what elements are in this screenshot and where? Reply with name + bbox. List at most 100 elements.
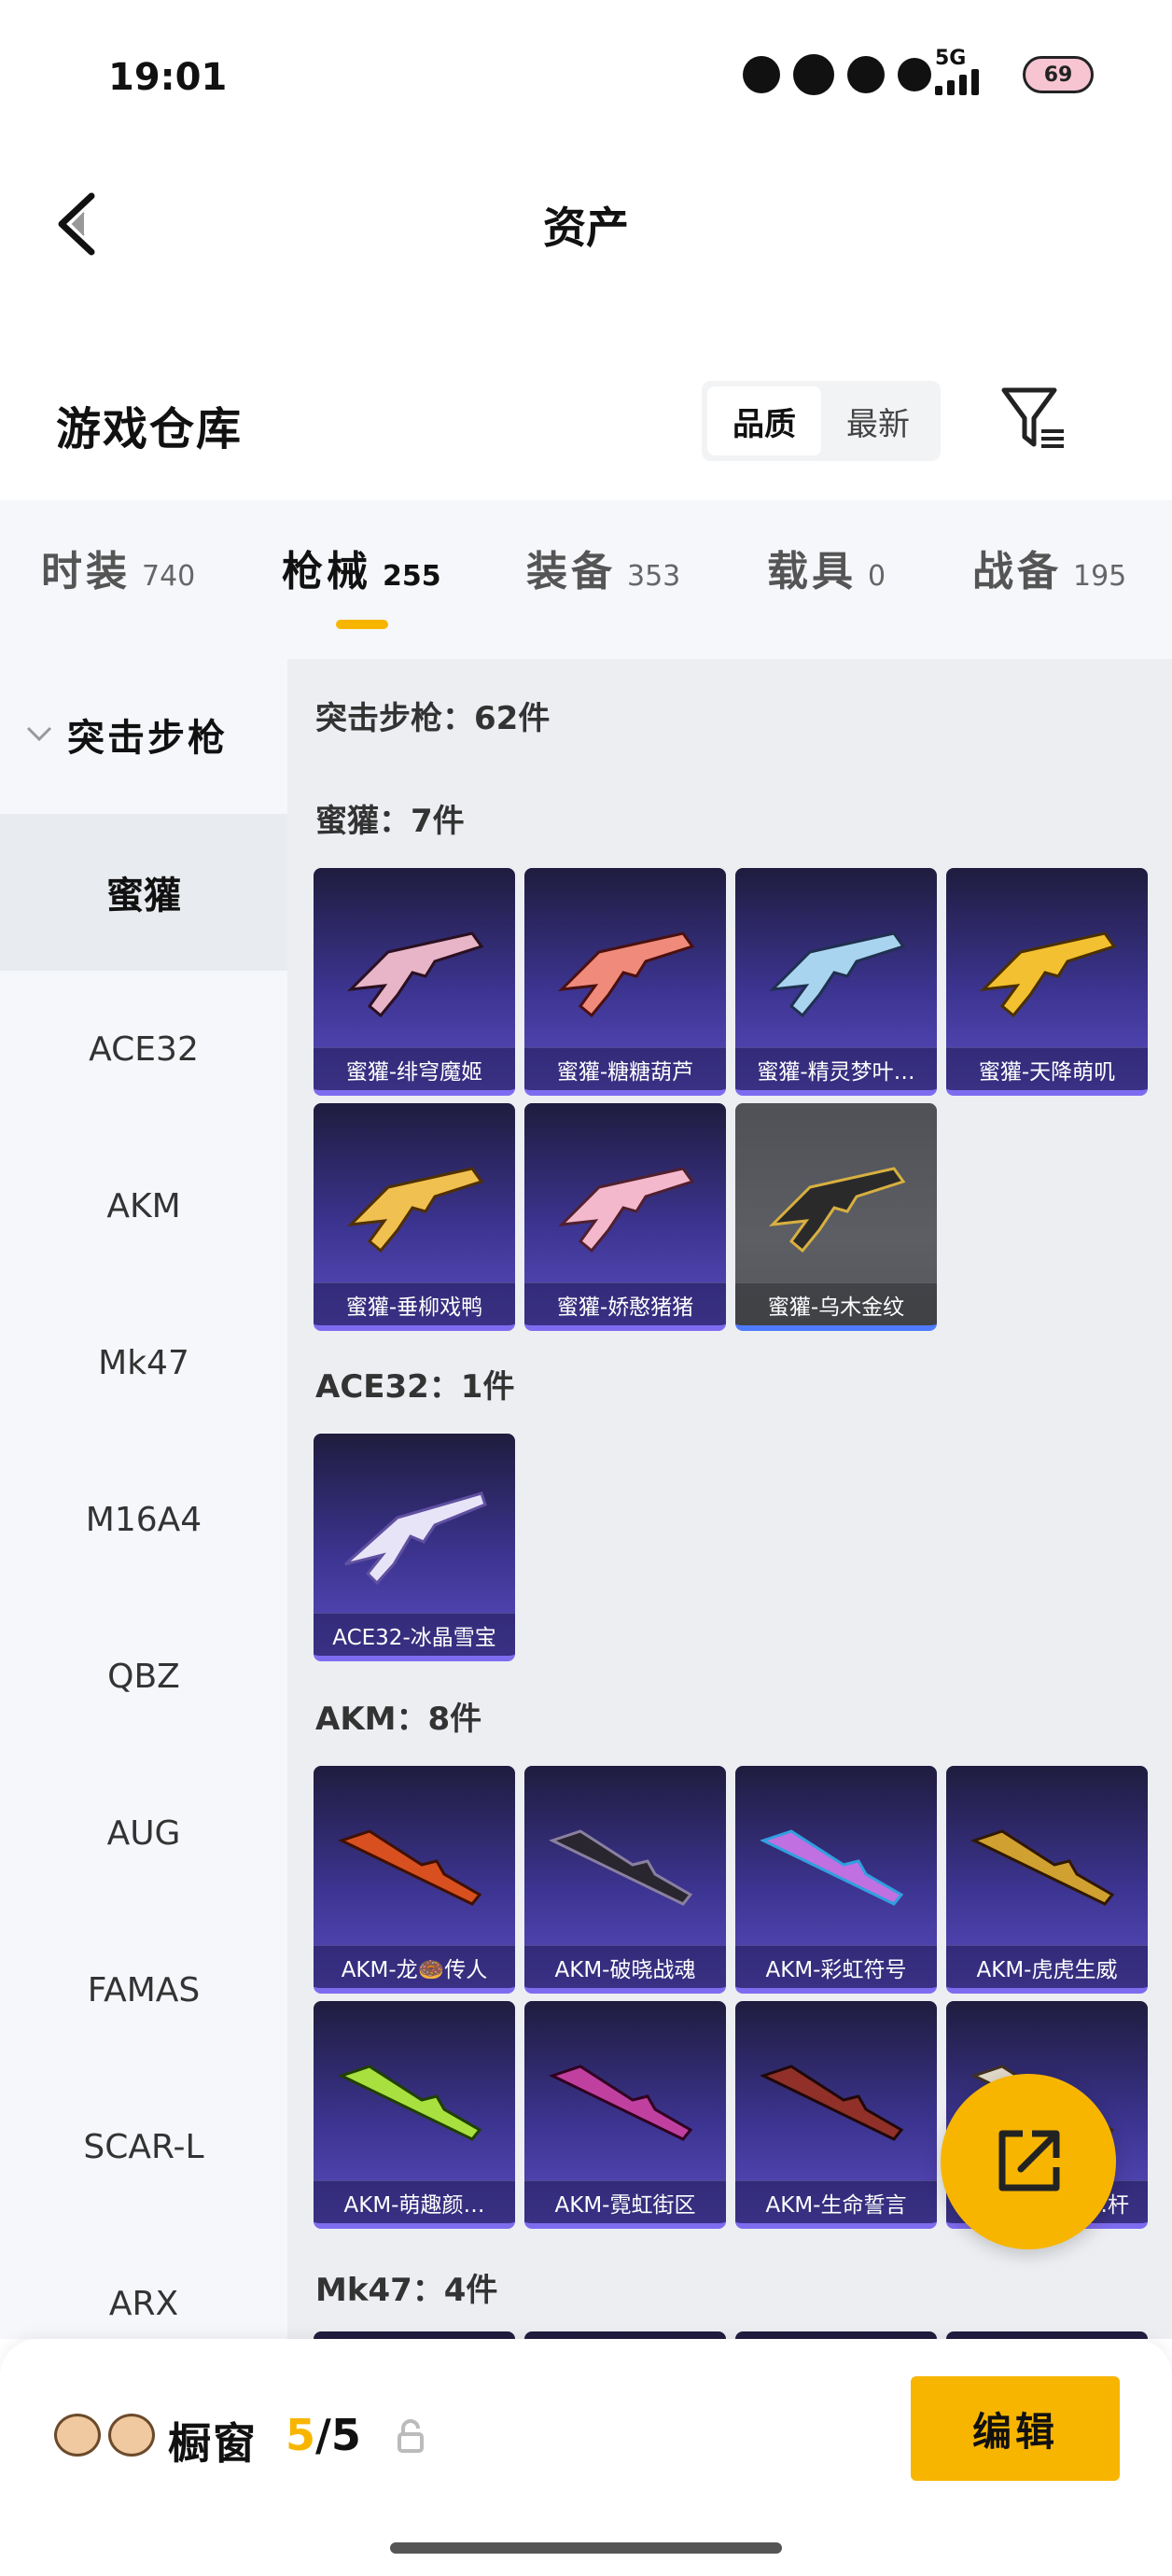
- tab-label: 时装: [41, 548, 131, 595]
- skin-name: 蜜獾-精灵梦叶…: [735, 1047, 937, 1090]
- skin-card[interactable]: AKM-彩虹符号: [735, 1766, 937, 1994]
- section-label-ace32: ACE32：1件: [315, 1368, 515, 1406]
- skin-card[interactable]: 蜜獾-娇憨猪猪: [524, 1103, 726, 1331]
- skin-name: AKM-彩虹符号: [735, 1945, 937, 1988]
- tab-equipment[interactable]: 装备 353: [526, 538, 680, 597]
- sidebar-item-akm[interactable]: AKM: [0, 1127, 287, 1284]
- lock-icon[interactable]: [396, 2419, 426, 2453]
- rifle-icon: [557, 1167, 695, 1253]
- tab-combat-prep[interactable]: 战备 195: [972, 538, 1126, 597]
- tab-count: 0: [868, 560, 886, 593]
- status-bar: 19:01 5G 69: [0, 0, 1172, 159]
- sidebar-item-m16a4[interactable]: M16A4: [0, 1441, 287, 1598]
- tab-count: 195: [1073, 560, 1127, 593]
- skin-name: AKM-萌趣颜…: [314, 2180, 515, 2223]
- rifle-icon: [970, 1829, 1115, 1906]
- tab-guns[interactable]: 枪械 255: [282, 538, 441, 597]
- section-label-akm: AKM：8件: [315, 1701, 482, 1738]
- skin-card[interactable]: AKM-龙🍩传人: [314, 1766, 515, 1994]
- weapon-sidebar: 突击步枪 蜜獾 ACE32 AKM Mk47 M16A4 QBZ AUG FAM…: [0, 659, 287, 2339]
- skin-card[interactable]: [735, 2331, 937, 2339]
- tab-count: 353: [627, 560, 681, 593]
- skin-card[interactable]: 蜜獾-垂柳戏鸭: [314, 1103, 515, 1331]
- wifi-icon: [898, 58, 931, 91]
- skin-card[interactable]: 蜜獾-糖糖葫芦: [524, 868, 726, 1096]
- sidebar-item-aug[interactable]: AUG: [0, 1755, 287, 1911]
- showcase-separator: /: [315, 2410, 331, 2460]
- showcase-count: 5/5: [286, 2410, 361, 2460]
- skin-name: 蜜獾-垂柳戏鸭: [314, 1282, 515, 1325]
- skin-name: 蜜獾-乌木金纹: [735, 1282, 937, 1325]
- sidebar-item-honey-badger[interactable]: 蜜獾: [0, 814, 287, 971]
- sort-quality-button[interactable]: 品质: [707, 386, 821, 455]
- home-indicator[interactable]: [390, 2542, 782, 2554]
- active-tab-indicator: [336, 620, 388, 629]
- signal-icon: 5G: [898, 47, 1010, 95]
- skin-name: AKM-霓虹街区: [524, 2180, 726, 2223]
- skin-card[interactable]: 蜜獾-绯穹魔姬: [314, 868, 515, 1096]
- skin-name: AKM-虎虎生威: [946, 1945, 1148, 1988]
- category-summary: 突击步枪：62件: [315, 700, 551, 737]
- skin-card[interactable]: AKM-破晓战魂: [524, 1766, 726, 1994]
- assets-page: 19:01 5G 69 资产 游戏仓库 品质 最新 时装 740 枪械 255 …: [0, 0, 1172, 2576]
- rifle-icon: [344, 1491, 487, 1586]
- showcase-avatars: [54, 2414, 155, 2457]
- skin-card[interactable]: 蜜獾-乌木金纹: [735, 1103, 937, 1331]
- sidebar-item-famas[interactable]: FAMAS: [0, 1911, 287, 2068]
- skin-card[interactable]: AKM-霓虹街区: [524, 2001, 726, 2229]
- rifle-icon: [760, 2065, 904, 2141]
- share-icon: [998, 2130, 1060, 2191]
- skin-card[interactable]: 蜜獾-天降萌叽: [946, 868, 1148, 1096]
- skin-name: AKM-龙🍩传人: [314, 1945, 515, 1988]
- notification-paw-icon: [847, 56, 885, 93]
- filter-icon[interactable]: [998, 383, 1069, 454]
- showcase-current: 5: [286, 2410, 316, 2460]
- sidebar-item-qbz[interactable]: QBZ: [0, 1598, 287, 1755]
- category-tabs: 时装 740 枪械 255 装备 353 载具 0 战备 195: [0, 500, 1172, 659]
- bear-face-icon: [54, 2414, 101, 2457]
- sidebar-group-assault-rifle[interactable]: 突击步枪: [24, 707, 228, 762]
- tab-label: 载具: [767, 548, 857, 595]
- notification-bear-icon: [793, 54, 834, 95]
- tab-count: 255: [383, 560, 441, 593]
- skin-name: AKM-生命誓言: [735, 2180, 937, 2223]
- rifle-icon: [557, 931, 695, 1018]
- sidebar-item-mk47[interactable]: Mk47: [0, 1284, 287, 1441]
- sidebar-group-label: 突击步枪: [67, 717, 228, 760]
- chevron-down-icon: [26, 726, 52, 742]
- tab-fashion[interactable]: 时装 740: [41, 538, 195, 597]
- share-button[interactable]: [941, 2074, 1116, 2249]
- rifle-icon: [549, 2065, 693, 2141]
- edit-button[interactable]: 编辑: [911, 2376, 1120, 2481]
- tab-count: 740: [142, 560, 196, 593]
- skin-card[interactable]: AKM-萌趣颜…: [314, 2001, 515, 2229]
- network-type: 5G: [935, 47, 967, 70]
- sort-newest-button[interactable]: 最新: [821, 386, 935, 455]
- rifle-icon: [346, 1167, 484, 1253]
- section-label-honey-badger: 蜜獾：7件: [315, 803, 465, 840]
- notification-flower-icon: [743, 56, 780, 93]
- rifle-icon: [549, 1829, 693, 1906]
- skin-name: 蜜獾-糖糖葫芦: [524, 1047, 726, 1090]
- battery-level: 69: [1043, 63, 1073, 87]
- rifle-icon: [768, 931, 906, 1018]
- showcase-total: 5: [330, 2410, 361, 2460]
- skin-card[interactable]: [946, 2331, 1148, 2339]
- rifle-icon: [346, 931, 484, 1018]
- showcase-label: 橱窗: [168, 2418, 258, 2469]
- sidebar-item-ace32[interactable]: ACE32: [0, 971, 287, 1127]
- sidebar-item-scar-l[interactable]: SCAR-L: [0, 2068, 287, 2225]
- section-label-mk47: Mk47：4件: [315, 2272, 498, 2309]
- skin-name: 蜜獾-娇憨猪猪: [524, 1282, 726, 1325]
- rifle-icon: [979, 931, 1117, 1018]
- status-time: 19:01: [108, 56, 228, 99]
- skin-card[interactable]: AKM-生命誓言: [735, 2001, 937, 2229]
- skin-card[interactable]: [524, 2331, 726, 2339]
- skin-card[interactable]: ACE32-冰晶雪宝: [314, 1434, 515, 1661]
- tab-vehicles[interactable]: 载具 0: [767, 538, 886, 597]
- rifle-icon: [338, 1829, 482, 1906]
- skin-name: AKM-破晓战魂: [524, 1945, 726, 1988]
- skin-card[interactable]: AKM-虎虎生威: [946, 1766, 1148, 1994]
- skin-card[interactable]: [314, 2331, 515, 2339]
- skin-card[interactable]: 蜜獾-精灵梦叶…: [735, 868, 937, 1096]
